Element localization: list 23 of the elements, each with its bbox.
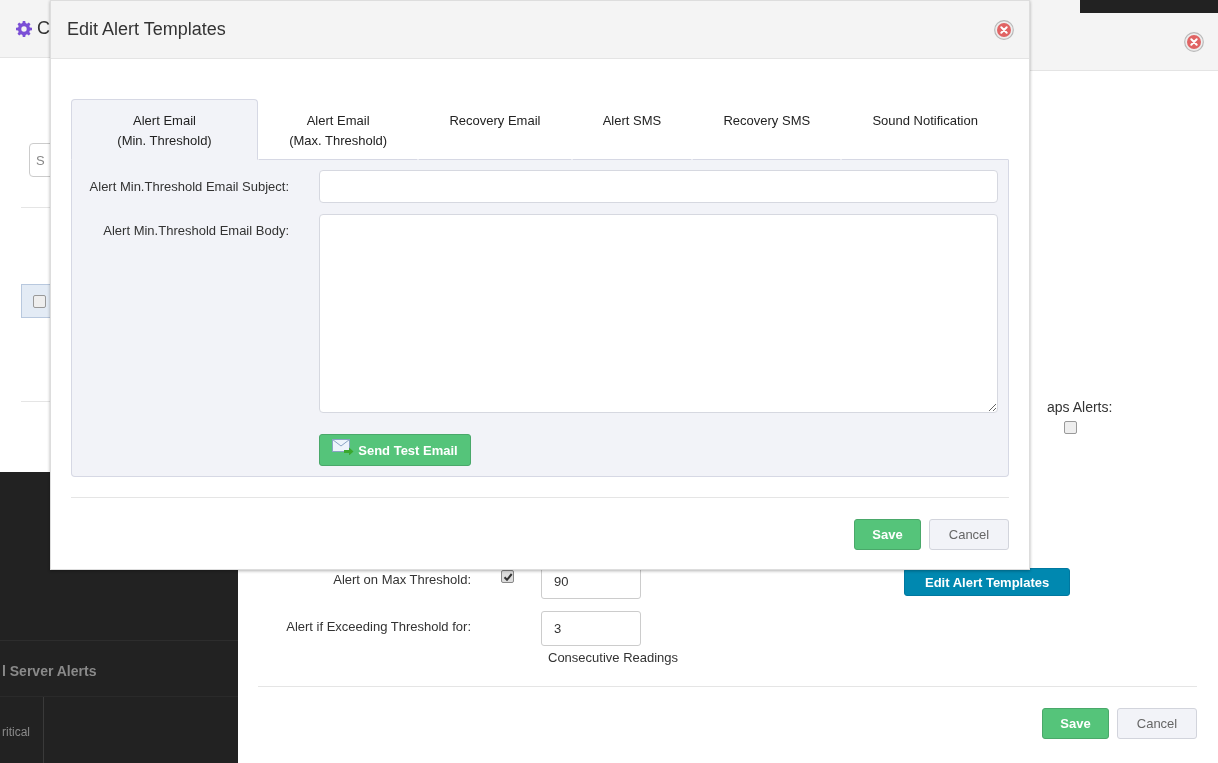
tab[interactable]: Alert Email (Min. Threshold) bbox=[71, 99, 258, 160]
envelope-arrow-icon bbox=[332, 439, 355, 455]
field-label: aps Alerts: bbox=[1047, 399, 1113, 415]
cancel-button[interactable]: Cancel bbox=[929, 519, 1009, 550]
field-label: Alert on Max Threshold: bbox=[332, 571, 471, 587]
close-icon[interactable] bbox=[1184, 31, 1204, 52]
dialog-title: Edit Alert Templates bbox=[67, 19, 226, 40]
body-field[interactable] bbox=[319, 214, 998, 413]
window-title: C bbox=[37, 18, 50, 39]
checkbox[interactable] bbox=[33, 294, 46, 308]
checkbox[interactable] bbox=[1064, 421, 1077, 434]
edit-templates-button[interactable]: Edit Alert Templates bbox=[904, 568, 1071, 596]
cancel-button[interactable]: Cancel bbox=[1117, 708, 1197, 739]
table-header-cell: ritical bbox=[0, 697, 44, 763]
close-icon[interactable] bbox=[994, 19, 1014, 40]
field-note: Consecutive Readings bbox=[548, 650, 679, 665]
subject-field[interactable] bbox=[319, 170, 998, 203]
settings-icon bbox=[16, 20, 32, 37]
number-field[interactable]: 3 bbox=[541, 611, 641, 646]
checkbox[interactable] bbox=[501, 570, 514, 583]
field-label: Alert Min.Threshold Email Body: bbox=[102, 222, 289, 238]
field-label: Alert if Exceeding Threshold for: bbox=[285, 618, 471, 634]
field-label: Alert Min.Threshold Email Subject: bbox=[88, 178, 289, 194]
